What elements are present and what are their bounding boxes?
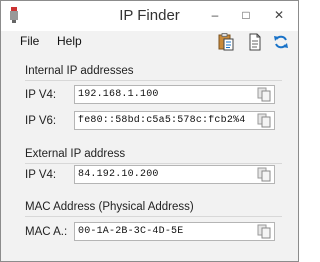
menu-help[interactable]: Help: [57, 34, 82, 48]
refresh-icon[interactable]: [273, 33, 289, 51]
menu-bar: File Help: [1, 31, 298, 53]
copy-icon[interactable]: [257, 113, 271, 128]
maximize-button[interactable]: □: [232, 5, 260, 25]
app-window: IP Finder – □ ✕ File Help Internal IP ad…: [0, 0, 299, 262]
copy-icon[interactable]: [257, 167, 271, 182]
internal-ipv6-value: fe80::58bd:c5a5:578c:fcb2%4: [78, 115, 246, 126]
copy-icon[interactable]: [257, 224, 271, 239]
clipboard-paste-icon[interactable]: [218, 33, 234, 51]
external-ipv4-label: IP V4:: [25, 169, 57, 181]
minimize-button[interactable]: –: [201, 5, 229, 25]
internal-ipv4-value: 192.168.1.100: [78, 89, 159, 100]
internal-ipv4-label: IP V4:: [25, 89, 57, 101]
internal-ipv4-field[interactable]: 192.168.1.100: [74, 85, 275, 104]
document-icon[interactable]: [247, 33, 263, 51]
mac-address-label: MAC A.:: [25, 226, 68, 238]
mac-address-field[interactable]: 00-1A-2B-3C-4D-5E: [74, 222, 275, 241]
close-button[interactable]: ✕: [265, 5, 293, 25]
mac-separator: [25, 216, 282, 217]
internal-ipv6-field[interactable]: fe80::58bd:c5a5:578c:fcb2%4: [74, 111, 275, 130]
mac-address-value: 00-1A-2B-3C-4D-5E: [78, 226, 184, 237]
external-section-title: External IP address: [25, 148, 126, 160]
external-separator: [25, 163, 282, 164]
menu-file[interactable]: File: [20, 34, 39, 48]
external-ipv4-value: 84.192.10.200: [78, 169, 159, 180]
external-ipv4-field[interactable]: 84.192.10.200: [74, 165, 275, 184]
mac-section-title: MAC Address (Physical Address): [25, 201, 194, 213]
internal-section-title: Internal IP addresses: [25, 65, 134, 77]
title-bar: IP Finder – □ ✕: [1, 1, 298, 31]
internal-ipv6-label: IP V6:: [25, 115, 57, 127]
copy-icon[interactable]: [257, 87, 271, 102]
internal-separator: [25, 80, 282, 81]
